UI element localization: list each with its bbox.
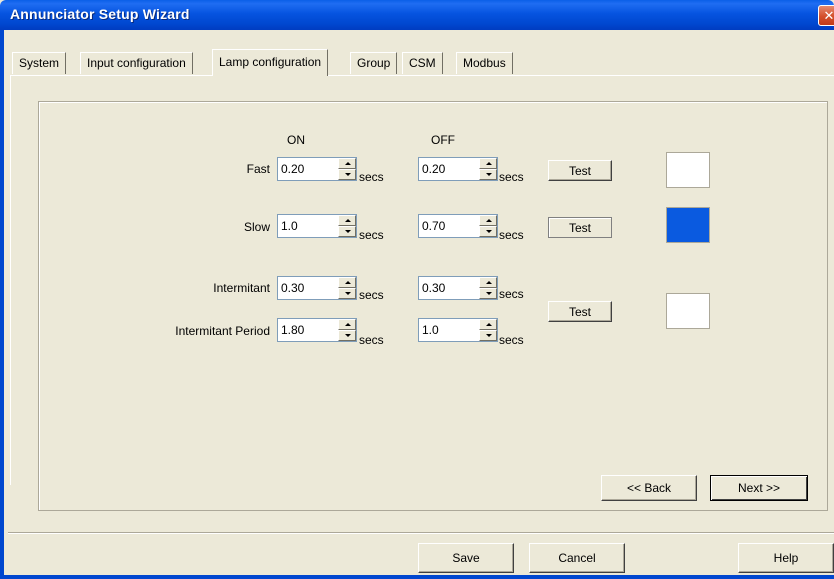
- slow-lamp-swatch: [666, 207, 710, 243]
- intermittent-off-spinner[interactable]: [418, 276, 498, 300]
- spin-down-icon[interactable]: [479, 226, 497, 237]
- fast-off-spinner[interactable]: [418, 157, 498, 181]
- fast-on-units: secs: [359, 170, 384, 184]
- close-icon: ✕: [823, 7, 834, 23]
- spin-up-icon[interactable]: [338, 158, 356, 169]
- spin-down-icon[interactable]: [338, 288, 356, 299]
- tab-csm[interactable]: CSM: [402, 52, 443, 74]
- tab-system[interactable]: System: [12, 52, 67, 74]
- slow-off-units: secs: [499, 228, 524, 242]
- help-button[interactable]: Help: [738, 543, 834, 573]
- close-button[interactable]: ✕: [818, 5, 834, 26]
- off-column-header: OFF: [431, 133, 455, 147]
- spin-up-icon[interactable]: [338, 215, 356, 226]
- spin-down-icon[interactable]: [479, 330, 497, 341]
- spin-up-icon[interactable]: [338, 277, 356, 288]
- spin-down-icon[interactable]: [338, 330, 356, 341]
- intermittent-period-off-spinner[interactable]: [418, 318, 498, 342]
- spin-up-icon[interactable]: [338, 319, 356, 330]
- on-column-header: ON: [287, 133, 305, 147]
- footer-separator: [8, 532, 834, 534]
- intermittent-on-units: secs: [359, 288, 384, 302]
- fast-off-units: secs: [499, 170, 524, 184]
- slow-label: Slow: [243, 220, 270, 234]
- slow-on-spinner[interactable]: [277, 214, 357, 238]
- spin-down-icon[interactable]: [338, 226, 356, 237]
- tab-modbus[interactable]: Modbus: [456, 52, 513, 74]
- tab-input-configuration[interactable]: Input configuration: [80, 52, 193, 74]
- fast-lamp-swatch: [666, 152, 710, 188]
- intermittent-period-on-spinner[interactable]: [277, 318, 357, 342]
- window-frame-bottom: [0, 575, 834, 579]
- spin-up-icon[interactable]: [479, 277, 497, 288]
- fast-label: Fast: [246, 162, 270, 176]
- intermittent-period-off-input[interactable]: [419, 319, 477, 341]
- intermittent-test-button[interactable]: Test: [548, 301, 612, 322]
- fast-off-input[interactable]: [419, 158, 477, 180]
- intermittent-off-units: secs: [499, 287, 524, 301]
- intermittent-period-off-units: secs: [499, 333, 524, 347]
- spin-up-icon[interactable]: [479, 215, 497, 226]
- intermittent-label: Intermitant: [213, 281, 270, 295]
- tab-lamp-configuration[interactable]: Lamp configuration: [212, 49, 329, 76]
- spin-up-icon[interactable]: [479, 319, 497, 330]
- slow-on-input[interactable]: [278, 215, 336, 237]
- intermittent-on-input[interactable]: [278, 277, 336, 299]
- back-button[interactable]: << Back: [601, 475, 697, 501]
- slow-test-button[interactable]: Test: [548, 217, 612, 238]
- slow-off-spinner[interactable]: [418, 214, 498, 238]
- intermittent-off-input[interactable]: [419, 277, 477, 299]
- slow-off-input[interactable]: [419, 215, 477, 237]
- tab-group[interactable]: Group: [350, 52, 398, 74]
- next-button[interactable]: Next >>: [710, 475, 808, 501]
- intermittent-lamp-swatch: [666, 293, 710, 329]
- save-button[interactable]: Save: [418, 543, 514, 573]
- fast-on-spinner[interactable]: [277, 157, 357, 181]
- spin-down-icon[interactable]: [479, 288, 497, 299]
- intermittent-period-on-units: secs: [359, 333, 384, 347]
- fast-test-button[interactable]: Test: [548, 160, 612, 181]
- spin-down-icon[interactable]: [338, 169, 356, 180]
- window-frame-left: [0, 30, 4, 579]
- slow-on-units: secs: [359, 228, 384, 242]
- spin-down-icon[interactable]: [479, 169, 497, 180]
- fast-on-input[interactable]: [278, 158, 336, 180]
- window-title: Annunciator Setup Wizard: [10, 6, 190, 22]
- intermittent-period-label: Intermitant Period: [175, 324, 270, 338]
- intermittent-period-on-input[interactable]: [278, 319, 336, 341]
- cancel-button[interactable]: Cancel: [529, 543, 625, 573]
- intermittent-on-spinner[interactable]: [277, 276, 357, 300]
- spin-up-icon[interactable]: [479, 158, 497, 169]
